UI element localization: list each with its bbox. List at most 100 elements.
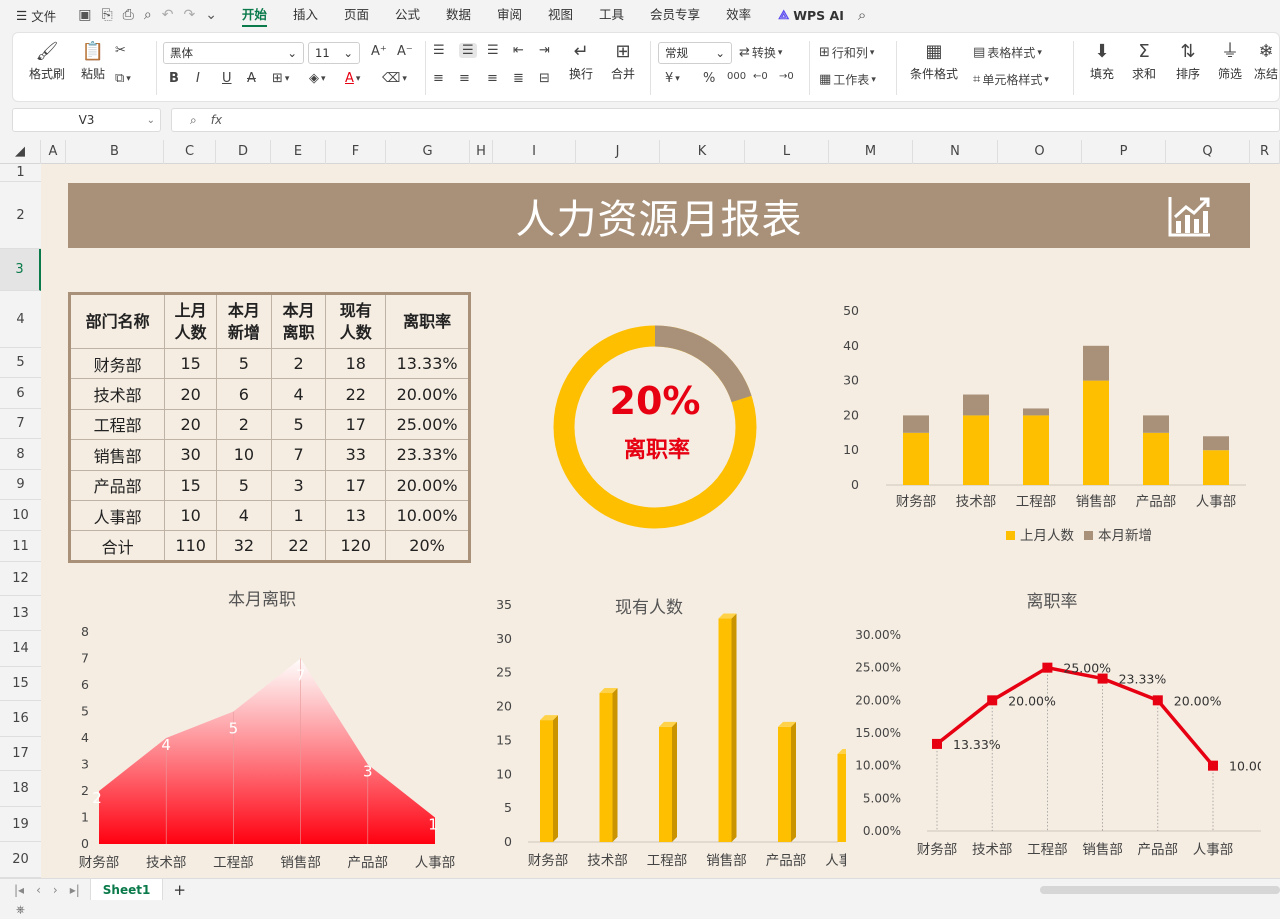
prev-sheet-icon[interactable]: ‹ bbox=[36, 883, 41, 897]
table-cell[interactable]: 20.00% bbox=[385, 378, 470, 410]
attrition-rate-line-chart[interactable]: 离职率 0.00% 5.00% 10.00% 15.00% 20.00% 25.00% 30.… bbox=[851, 584, 1261, 878]
current-headcount-bar-chart[interactable]: 现有人数 0 5 10 15 20 25 30 35 财务部 技术部 工程部 销售部 产品部 人事部 bbox=[446, 592, 846, 878]
tab-8[interactable]: 会员专享 bbox=[637, 0, 713, 30]
table-cell[interactable]: 财务部 bbox=[68, 347, 166, 380]
undo-icon[interactable]: ↶ bbox=[162, 7, 174, 23]
search-icon[interactable]: ⌕ bbox=[858, 6, 866, 24]
underline-button[interactable]: U bbox=[222, 71, 232, 86]
row-header-3[interactable]: 3 bbox=[0, 249, 41, 291]
redo-icon[interactable]: ↷ bbox=[183, 7, 195, 23]
cut-button[interactable]: ✂ bbox=[115, 43, 126, 58]
table-cell[interactable]: 4 bbox=[216, 499, 272, 532]
row-header-14[interactable]: 14 bbox=[0, 631, 41, 667]
row-header-11[interactable]: 11 bbox=[0, 531, 41, 562]
row-header-19[interactable]: 19 bbox=[0, 807, 41, 842]
line-marker[interactable] bbox=[1097, 673, 1108, 684]
column-header-P[interactable]: P bbox=[1082, 140, 1166, 164]
worksheet-button[interactable]: ▦ 工作表 ▾ bbox=[819, 71, 876, 88]
bar-front[interactable] bbox=[718, 618, 732, 842]
align-middle-button[interactable]: ☰ bbox=[459, 43, 477, 58]
align-right-button[interactable]: ≡ bbox=[487, 71, 498, 86]
bar-front[interactable] bbox=[659, 726, 672, 842]
last-sheet-icon[interactable]: ▸| bbox=[70, 883, 80, 897]
tab-3[interactable]: 公式 bbox=[382, 0, 433, 30]
table-cell[interactable]: 2 bbox=[270, 347, 327, 380]
table-total-cell[interactable]: 32 bbox=[216, 530, 272, 562]
column-header-K[interactable]: K bbox=[660, 140, 745, 164]
table-total-cell[interactable]: 合计 bbox=[68, 530, 166, 562]
conditional-format-button[interactable]: ▦ 条件格式 bbox=[905, 43, 963, 82]
column-header-J[interactable]: J bbox=[576, 140, 660, 164]
copy-button[interactable]: ⧉ ▾ bbox=[115, 71, 131, 86]
table-cell[interactable]: 15 bbox=[164, 347, 218, 380]
strikethrough-button[interactable]: A bbox=[247, 71, 256, 86]
table-cell[interactable]: 4 bbox=[270, 378, 327, 410]
monthly-leavers-area-chart[interactable]: 本月离职012345678245731财务部 技术部 工程部 销售部 产品部 人事部 bbox=[67, 582, 467, 878]
legend-label[interactable]: 上月人数 bbox=[1020, 528, 1074, 544]
column-header-O[interactable]: O bbox=[998, 140, 1082, 164]
row-header-16[interactable]: 16 bbox=[0, 701, 41, 737]
cell-style-button[interactable]: ⌗ 单元格样式 ▾ bbox=[973, 71, 1049, 88]
next-sheet-icon[interactable]: › bbox=[53, 883, 58, 897]
export-icon[interactable]: ⎘ bbox=[101, 7, 112, 23]
column-header-F[interactable]: F bbox=[326, 140, 386, 164]
table-cell[interactable]: 15 bbox=[164, 469, 218, 501]
column-header-H[interactable]: H bbox=[470, 140, 493, 164]
row-header-6[interactable]: 6 bbox=[0, 378, 41, 409]
zoom-icon[interactable]: ⌕ bbox=[190, 113, 197, 128]
fill-color-button[interactable]: ◈ ▾ bbox=[309, 71, 326, 86]
row-header-10[interactable]: 10 bbox=[0, 500, 41, 531]
formula-input[interactable]: ⌕ fx bbox=[171, 108, 1280, 132]
table-total-cell[interactable]: 22 bbox=[270, 530, 327, 562]
tab-6[interactable]: 视图 bbox=[535, 0, 586, 30]
table-cell[interactable]: 10 bbox=[216, 439, 272, 471]
table-cell[interactable]: 13.33% bbox=[385, 347, 470, 380]
filter-button[interactable]: ⏚ 筛选 bbox=[1211, 43, 1249, 82]
table-cell[interactable]: 20.00% bbox=[385, 469, 470, 501]
decrease-decimal-button[interactable]: →0 bbox=[779, 71, 794, 82]
table-cell[interactable]: 1 bbox=[270, 499, 327, 532]
indent-decrease-button[interactable]: ⇤ bbox=[513, 43, 524, 58]
bar-1-4[interactable] bbox=[1143, 415, 1169, 433]
table-cell[interactable]: 5 bbox=[216, 469, 272, 501]
fill-button[interactable]: ⬇ 填充 bbox=[1083, 43, 1121, 82]
fx-icon[interactable]: fx bbox=[211, 113, 222, 127]
table-cell[interactable]: 22 bbox=[325, 378, 387, 410]
attrition-donut-chart[interactable]: 20% 离职率 bbox=[552, 324, 762, 534]
tab-7[interactable]: 工具 bbox=[586, 0, 637, 30]
row-header-15[interactable]: 15 bbox=[0, 667, 41, 701]
table-total-cell[interactable]: 120 bbox=[325, 530, 387, 562]
align-center-button[interactable]: ≡ bbox=[459, 71, 470, 86]
table-cell[interactable]: 20 bbox=[164, 378, 218, 410]
column-header-G[interactable]: G bbox=[386, 140, 470, 164]
row-header-2[interactable]: 2 bbox=[0, 182, 41, 249]
table-cell[interactable]: 33 bbox=[325, 439, 387, 471]
font-size-select[interactable]: 11 ⌄ bbox=[308, 42, 360, 64]
table-cell[interactable]: 销售部 bbox=[68, 439, 166, 471]
bar-1-0[interactable] bbox=[903, 415, 929, 433]
distribute-button[interactable]: ⊟ bbox=[539, 71, 550, 86]
table-cell[interactable]: 技术部 bbox=[68, 378, 166, 410]
table-cell[interactable]: 23.33% bbox=[385, 439, 470, 471]
print-icon[interactable]: ⎙ bbox=[123, 7, 134, 23]
legend-label[interactable]: 本月新增 bbox=[1098, 528, 1152, 544]
area-series[interactable] bbox=[99, 658, 435, 845]
italic-button[interactable]: I bbox=[196, 71, 200, 86]
row-header-18[interactable]: 18 bbox=[0, 771, 41, 807]
table-cell[interactable]: 7 bbox=[270, 439, 327, 471]
save-icon[interactable]: ▣ bbox=[78, 7, 91, 23]
bar-front[interactable] bbox=[540, 720, 553, 842]
tab-1[interactable]: 插入 bbox=[280, 0, 331, 30]
row-header-4[interactable]: 4 bbox=[0, 291, 41, 348]
column-header-A[interactable]: A bbox=[41, 140, 66, 164]
align-top-button[interactable]: ☰ bbox=[433, 43, 445, 58]
table-cell[interactable]: 18 bbox=[325, 347, 387, 380]
wrap-text-button[interactable]: ↵ 换行 bbox=[565, 43, 597, 82]
line-marker[interactable] bbox=[932, 738, 942, 749]
table-cell[interactable]: 17 bbox=[325, 408, 387, 441]
column-header-N[interactable]: N bbox=[913, 140, 998, 164]
line-marker[interactable] bbox=[987, 695, 998, 706]
table-cell[interactable]: 10 bbox=[164, 499, 218, 532]
convert-button[interactable]: ⇄ 转换 ▾ bbox=[739, 44, 782, 61]
horizontal-scrollbar[interactable] bbox=[1040, 886, 1280, 894]
